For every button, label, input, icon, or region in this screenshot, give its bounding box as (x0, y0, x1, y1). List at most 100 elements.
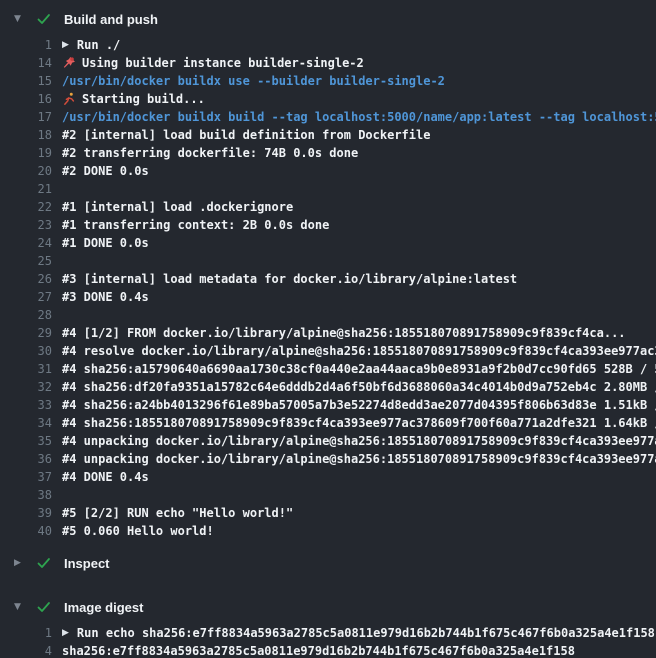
log-line[interactable]: 1▶Run ./ (0, 36, 656, 54)
line-number[interactable]: 19 (0, 144, 52, 162)
log-text-value: #4 sha256:a24bb4013296f61e89ba57005a7b3e… (62, 396, 656, 414)
log-text-value: #2 DONE 0.0s (62, 162, 149, 180)
line-number[interactable]: 23 (0, 216, 52, 234)
line-number[interactable]: 28 (0, 306, 52, 324)
log-text: Using builder instance builder-single-2 (62, 54, 656, 72)
log-text (62, 306, 656, 324)
log-text: #4 unpacking docker.io/library/alpine@sh… (62, 450, 656, 468)
log-line[interactable]: 32#4 sha256:df20fa9351a15782c64e6dddb2d4… (0, 378, 656, 396)
log-text-value: Starting build... (82, 90, 205, 108)
line-number[interactable]: 37 (0, 468, 52, 486)
log-text-value: #3 DONE 0.4s (62, 288, 149, 306)
line-number[interactable]: 34 (0, 414, 52, 432)
log-text: #4 sha256:a24bb4013296f61e89ba57005a7b3e… (62, 396, 656, 414)
log-line[interactable]: 23 #1 transferring context: 2B 0.0s done (0, 216, 656, 234)
log-line[interactable]: 39 #5 [2/2] RUN echo "Hello world!" (0, 504, 656, 522)
log-text-value: #4 sha256:a15790640a6690aa1730c38cf0a440… (62, 360, 656, 378)
log-line[interactable]: 36 #4 unpacking docker.io/library/alpine@… (0, 450, 656, 468)
log-line[interactable]: 33 #4 sha256:a24bb4013296f61e89ba57005a7b… (0, 396, 656, 414)
log-text: #4 unpacking docker.io/library/alpine@sh… (62, 432, 656, 450)
log-line[interactable]: 24#1 DONE 0.0s (0, 234, 656, 252)
line-number[interactable]: 1 (0, 624, 52, 642)
log-text: sha256:e7ff8834a5963a2785c5a0811e979d16b… (62, 642, 656, 658)
group-toggle-icon[interactable]: ▶ (62, 624, 69, 642)
line-number[interactable]: 38 (0, 486, 52, 504)
log-line[interactable]: 15/usr/bin/docker buildx use --builder b… (0, 72, 656, 90)
log-text-value: #1 transferring context: 2B 0.0s done (62, 216, 329, 234)
log-line[interactable]: 25 (0, 252, 656, 270)
chevron-right-icon[interactable]: ▶ (14, 558, 36, 568)
line-number[interactable]: 33 (0, 396, 52, 414)
line-number[interactable]: 15 (0, 72, 52, 90)
log-text: #1 transferring context: 2B 0.0s done (62, 216, 656, 234)
runner-icon (62, 92, 76, 106)
log-text-value: /usr/bin/docker buildx use --builder bui… (62, 72, 445, 90)
check-icon (36, 599, 52, 615)
log-text-value: #4 resolve docker.io/library/alpine@sha2… (62, 342, 656, 360)
section-header-build-and-push[interactable]: ▼Build and push (0, 8, 656, 30)
group-toggle-icon[interactable]: ▶ (62, 36, 69, 54)
log-line[interactable]: 21 (0, 180, 656, 198)
line-number[interactable]: 25 (0, 252, 52, 270)
log-line[interactable]: 19#2 transferring dockerfile: 74B 0.0s d… (0, 144, 656, 162)
line-number[interactable]: 35 (0, 432, 52, 450)
check-icon (36, 11, 52, 27)
log-line[interactable]: 1 ▶ Run echo sha256:e7ff8834a5963a2785c5a0… (0, 624, 656, 642)
log-line[interactable]: 16 Starting build... (0, 90, 656, 108)
line-number[interactable]: 24 (0, 234, 52, 252)
line-number[interactable]: 22 (0, 198, 52, 216)
log-text-value: Run echo sha256:e7ff8834a5963a2785c5a081… (77, 624, 655, 642)
line-number[interactable]: 31 (0, 360, 52, 378)
log-line[interactable]: 14 Using builder instance builder-single-… (0, 54, 656, 72)
log-line[interactable]: 40 #5 0.060 Hello world! (0, 522, 656, 540)
pushpin-icon (62, 56, 76, 70)
log-line[interactable]: 28 (0, 306, 656, 324)
log-text: /usr/bin/docker buildx build --tag local… (62, 108, 656, 126)
line-number[interactable]: 30 (0, 342, 52, 360)
log-line[interactable]: 31 #4 sha256:a15790640a6690aa1730c38cf0a4… (0, 360, 656, 378)
log-line[interactable]: 29 #4 [1/2] FROM docker.io/library/alpine… (0, 324, 656, 342)
log-text-value: #4 sha256:185518070891758909c9f839cf4ca3… (62, 414, 656, 432)
log-line[interactable]: 30 #4 resolve docker.io/library/alpine@sh… (0, 342, 656, 360)
line-number[interactable]: 18 (0, 126, 52, 144)
line-number[interactable]: 29 (0, 324, 52, 342)
line-number[interactable]: 40 (0, 522, 52, 540)
log-text-value: #4 DONE 0.4s (62, 468, 149, 486)
log-line[interactable]: 22#1 [internal] load .dockerignore (0, 198, 656, 216)
log-text-value: #3 [internal] load metadata for docker.i… (62, 270, 517, 288)
section-header-inspect[interactable]: ▶Inspect (0, 552, 656, 574)
log-line[interactable]: 34 #4 sha256:185518070891758909c9f839cf4c… (0, 414, 656, 432)
chevron-down-icon[interactable]: ▼ (14, 602, 36, 612)
log-line[interactable]: 17/usr/bin/docker buildx build --tag loc… (0, 108, 656, 126)
log-line[interactable]: 37 #4 DONE 0.4s (0, 468, 656, 486)
log-line[interactable]: 18#2 [internal] load build definition fr… (0, 126, 656, 144)
line-number[interactable]: 14 (0, 54, 52, 72)
log-text-value: #5 0.060 Hello world! (62, 522, 214, 540)
line-number[interactable]: 17 (0, 108, 52, 126)
log-line[interactable]: 26 #3 [internal] load metadata for docker… (0, 270, 656, 288)
log-text: #5 0.060 Hello world! (62, 522, 656, 540)
line-number[interactable]: 21 (0, 180, 52, 198)
chevron-down-icon[interactable]: ▼ (14, 14, 36, 24)
line-number[interactable]: 39 (0, 504, 52, 522)
log-line[interactable]: 35 #4 unpacking docker.io/library/alpine@… (0, 432, 656, 450)
log-line[interactable]: 20 #2 DONE 0.0s (0, 162, 656, 180)
line-number[interactable]: 16 (0, 90, 52, 108)
log-lines-build-and-push: 1▶Run ./14Using builder instance builder… (0, 36, 656, 540)
line-number[interactable]: 20 (0, 162, 52, 180)
line-number[interactable]: 4 (0, 642, 52, 658)
log-line[interactable]: 4 sha256:e7ff8834a5963a2785c5a0811e979d16… (0, 642, 656, 658)
log-line[interactable]: 38 (0, 486, 656, 504)
line-number[interactable]: 36 (0, 450, 52, 468)
log-text: #5 [2/2] RUN echo "Hello world!" (62, 504, 656, 522)
log-lines-image-digest: 1 ▶ Run echo sha256:e7ff8834a5963a2785c5a0… (0, 624, 656, 658)
log-text-value: #4 [1/2] FROM docker.io/library/alpine@s… (62, 324, 626, 342)
line-number[interactable]: 32 (0, 378, 52, 396)
line-number[interactable]: 26 (0, 270, 52, 288)
log-line[interactable]: 27 #3 DONE 0.4s (0, 288, 656, 306)
section-header-image-digest[interactable]: ▼Image digest (0, 596, 656, 618)
log-text: #4 DONE 0.4s (62, 468, 656, 486)
line-number[interactable]: 1 (0, 36, 52, 54)
log-text: #3 [internal] load metadata for docker.i… (62, 270, 656, 288)
line-number[interactable]: 27 (0, 288, 52, 306)
